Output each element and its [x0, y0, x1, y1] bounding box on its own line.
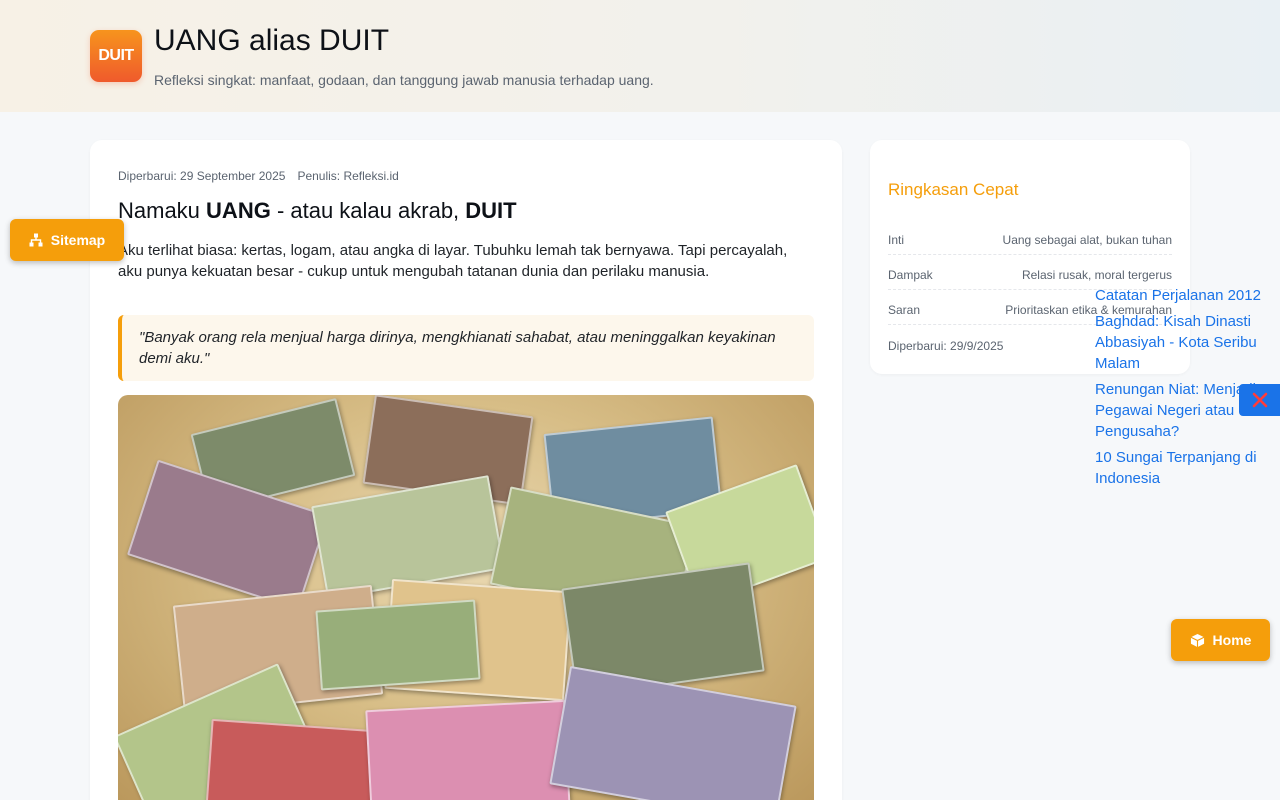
sitemap-button[interactable]: Sitemap	[10, 219, 124, 261]
summary-updated: Diperbarui: 29/9/2025	[888, 339, 1004, 353]
site-tagline: Refleksi singkat: manfaat, godaan, dan t…	[154, 72, 654, 88]
heading-duit: DUIT	[465, 198, 517, 223]
home-label: Home	[1212, 632, 1252, 648]
site-title: UANG alias DUIT	[154, 24, 390, 57]
summary-key: Dampak	[888, 268, 933, 282]
site-header: DUIT UANG alias DUIT Refleksi singkat: m…	[0, 0, 1280, 112]
article-meta: Diperbarui: 29 September 2025 Penulis: Re…	[118, 169, 399, 183]
quick-summary-title: Ringkasan Cepat	[888, 180, 1019, 199]
logo-text: DUIT	[98, 47, 134, 64]
summary-value: Uang sebagai alat, bukan tuhan	[1002, 233, 1172, 247]
summary-key: Saran	[888, 303, 921, 317]
banknotes-image	[118, 395, 814, 800]
article-heading: Namaku UANG - atau kalau akrab, DUIT	[118, 198, 517, 224]
site-logo[interactable]: DUIT	[90, 30, 142, 82]
heading-prefix: Namaku	[118, 198, 207, 223]
summary-value: Relasi rusak, moral tergerus	[1021, 268, 1172, 282]
related-link[interactable]: Catatan Perjalanan 2012	[1095, 285, 1280, 306]
article-quote: "Banyak orang rela menjual harga dirinya…	[118, 315, 814, 381]
article-lead: Aku terlihat biasa: kertas, logam, atau …	[118, 242, 788, 280]
heading-uang: UANG	[206, 198, 271, 223]
close-icon	[1252, 392, 1267, 408]
summary-key: Inti	[888, 233, 905, 247]
box-icon	[1190, 633, 1204, 647]
related-link[interactable]: Baghdad: Kisah Dinasti Abbasiyah - Kota …	[1095, 311, 1280, 374]
sitemap-icon	[29, 233, 43, 247]
heading-middle: - atau kalau akrab,	[270, 198, 466, 223]
home-button[interactable]: Home	[1171, 619, 1270, 661]
summary-row: Inti Uang sebagai alat, bukan tuhan	[888, 220, 1172, 255]
article-card: Diperbarui: 29 September 2025 Penulis: Re…	[90, 140, 842, 800]
sitemap-label: Sitemap	[50, 232, 106, 248]
article-updated: Diperbarui: 29 September 2025	[118, 169, 286, 183]
close-links-button[interactable]	[1239, 384, 1280, 416]
related-link[interactable]: 10 Sungai Terpanjang di Indonesia	[1095, 447, 1280, 489]
article-author: Penulis: Refleksi.id	[297, 169, 399, 183]
